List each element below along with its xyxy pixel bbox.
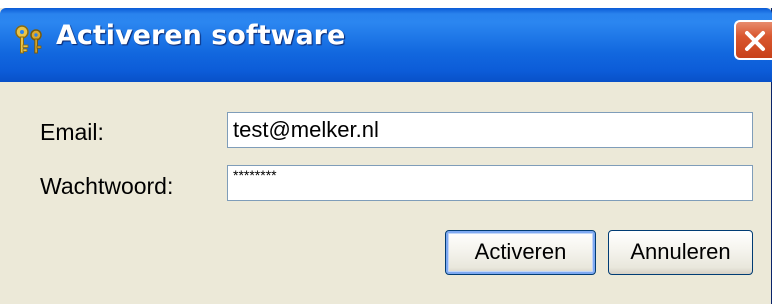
close-button[interactable] — [734, 20, 772, 60]
cancel-button[interactable]: Annuleren — [608, 230, 753, 275]
activate-button[interactable]: Activeren — [445, 230, 596, 275]
email-label: Email: — [40, 119, 104, 145]
activate-software-dialog: Activeren software Email: test@melker.nl… — [0, 8, 772, 304]
password-label: Wachtwoord: — [40, 173, 174, 199]
title-bar[interactable]: Activeren software — [0, 8, 772, 82]
dialog-title: Activeren software — [56, 20, 346, 51]
keys-icon — [12, 23, 46, 57]
close-icon — [745, 31, 765, 51]
email-field[interactable]: test@melker.nl — [227, 112, 753, 148]
password-field[interactable]: ******** — [227, 165, 753, 201]
